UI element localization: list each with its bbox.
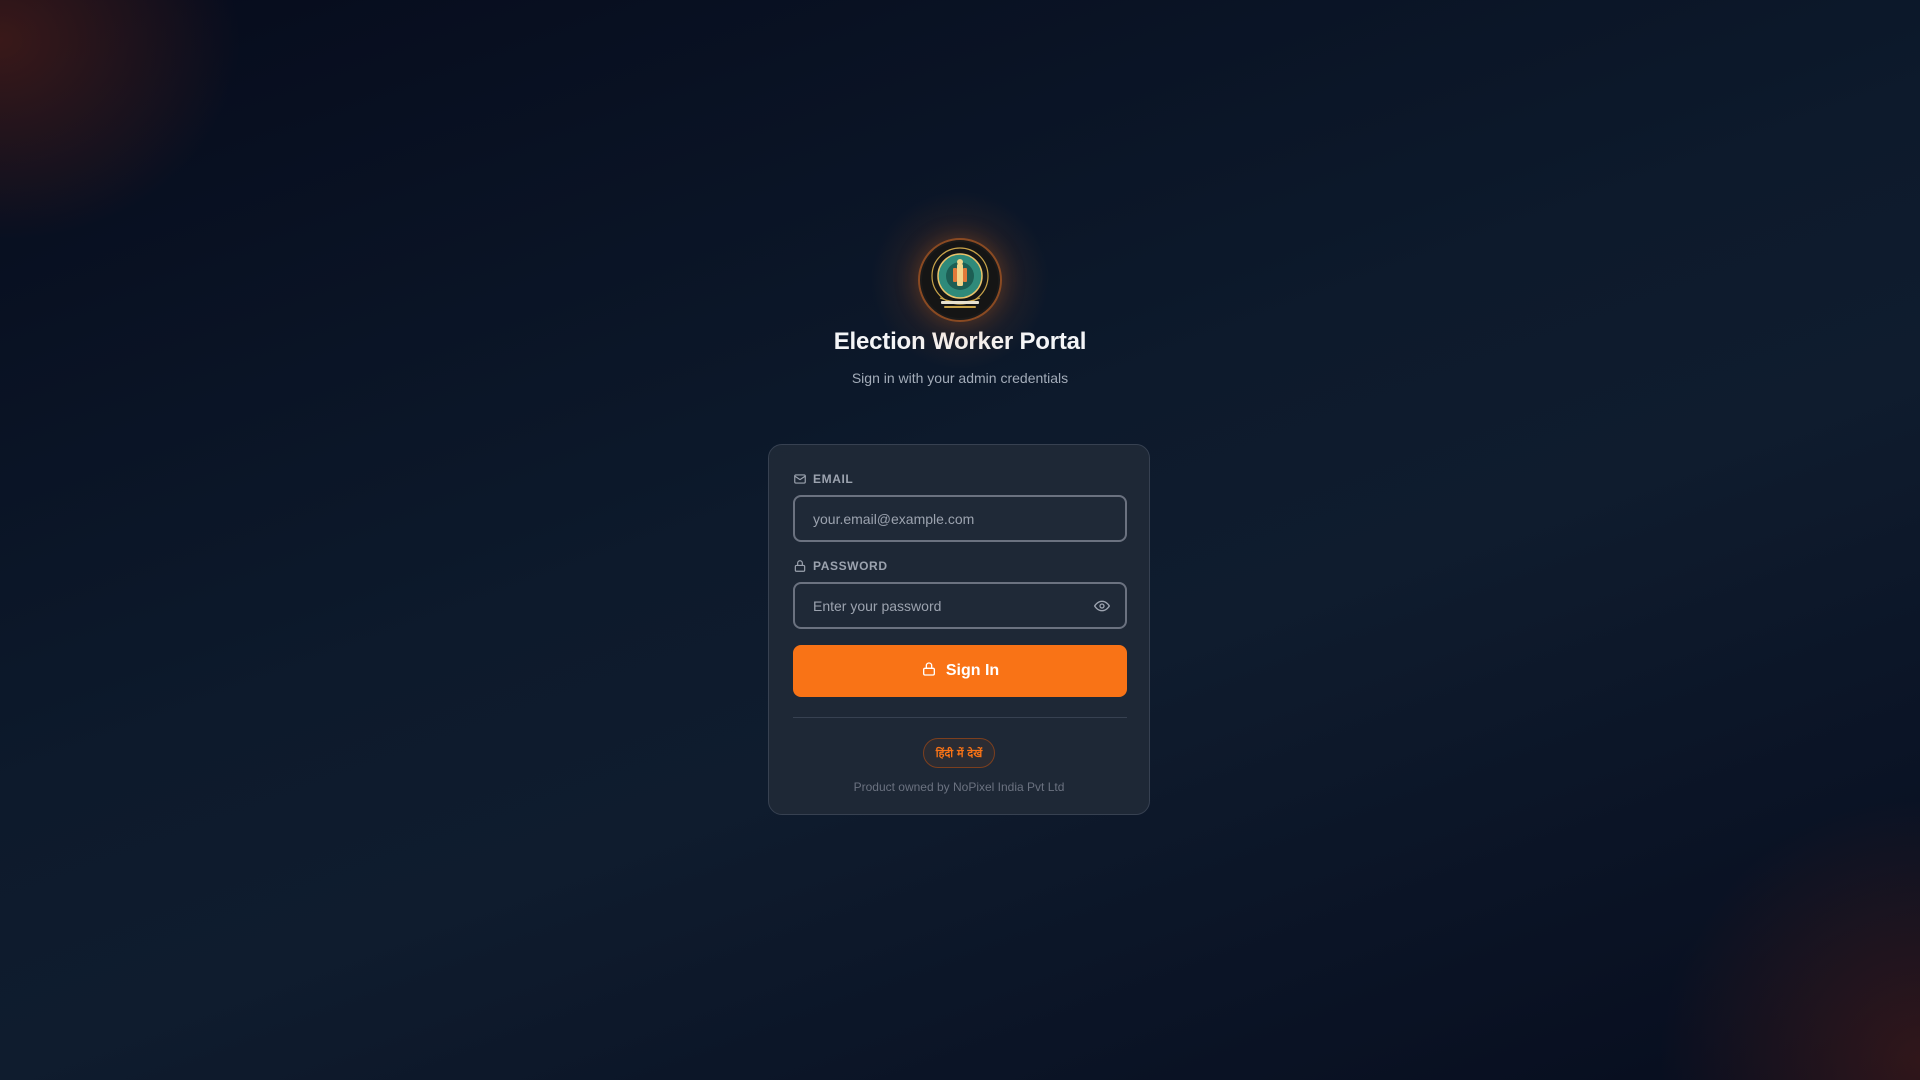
sign-in-button[interactable]: Sign In (793, 645, 1127, 697)
password-field[interactable] (793, 582, 1127, 629)
eye-icon[interactable] (1093, 597, 1111, 615)
header: Election Worker Portal Sign in with your… (0, 190, 1920, 386)
sign-in-label: Sign In (945, 662, 1000, 679)
lock-icon (921, 661, 937, 682)
email-input[interactable] (811, 509, 1109, 528)
login-card: EMAIL PASSWORD Sign In (768, 444, 1150, 815)
password-label: PASSWORD (813, 559, 888, 573)
password-input[interactable] (811, 596, 1109, 615)
page-subtitle: Sign in with your admin credentials (851, 370, 1069, 386)
logo (918, 238, 1002, 322)
password-label-row: PASSWORD (793, 558, 1125, 574)
email-label: EMAIL (813, 472, 854, 486)
language-toggle-wrap: हिंदी में देखें (793, 738, 1125, 768)
lock-icon (793, 559, 807, 573)
footer-text: Product owned by NoPixel India Pvt Ltd (853, 780, 1065, 794)
email-label-row: EMAIL (793, 471, 1125, 487)
logo-glow (870, 190, 1050, 370)
email-field[interactable] (793, 495, 1127, 542)
language-toggle-button[interactable]: हिंदी में देखें (922, 738, 996, 768)
mail-icon (793, 472, 807, 486)
moore-productions-logo-icon (922, 242, 998, 318)
